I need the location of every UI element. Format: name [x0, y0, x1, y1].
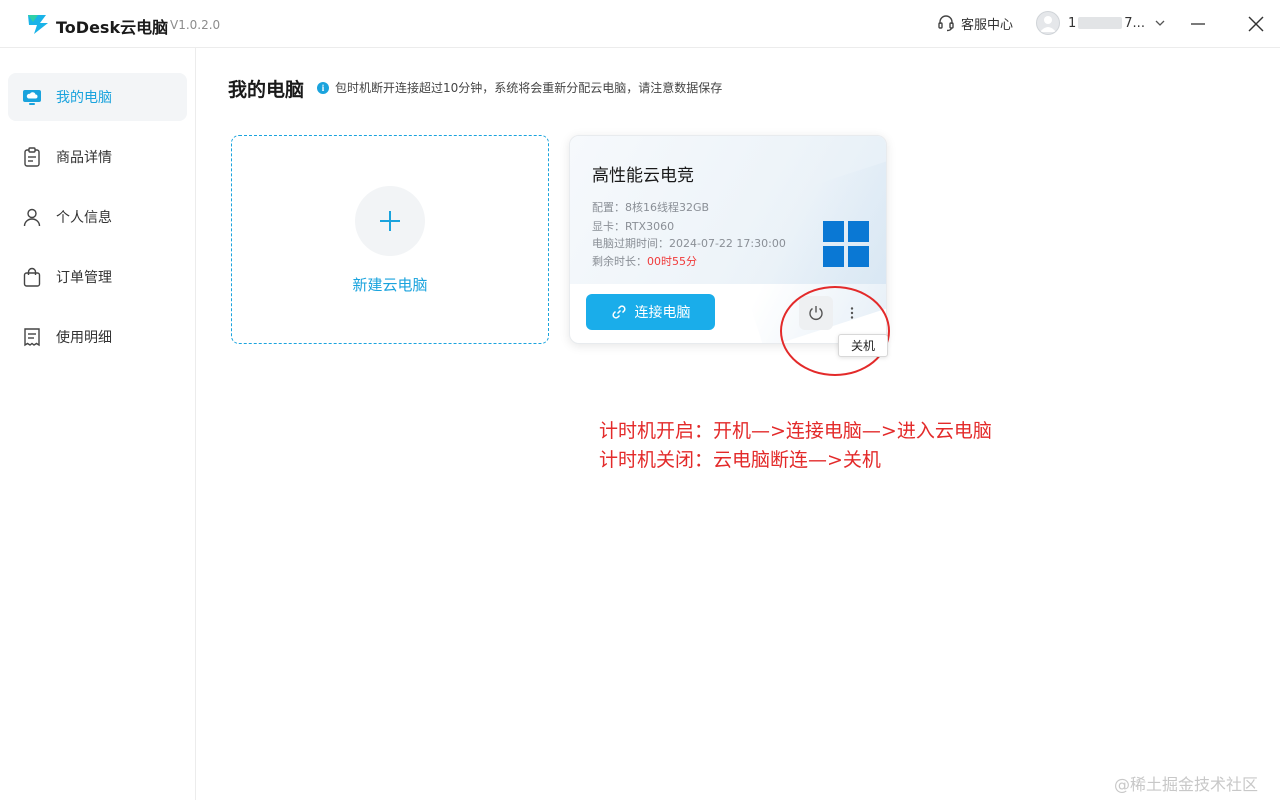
sidebar-item-my-pc[interactable]: 我的电脑 — [8, 73, 187, 121]
redacted-mask — [1078, 17, 1123, 29]
new-cloud-pc-card[interactable]: 新建云电脑 — [231, 135, 549, 344]
notice-text: 包时机断开连接超过10分钟，系统将会重新分配云电脑，请注意数据保存 — [335, 81, 723, 95]
windows-logo-icon — [823, 221, 869, 267]
user-name-end: 7... — [1124, 15, 1145, 31]
user-avatar-icon — [1040, 16, 1056, 32]
notice: i 包时机断开连接超过10分钟，系统将会重新分配云电脑，请注意数据保存 — [317, 79, 722, 96]
annotation-line-1: 计时机开启：开机—>连接电脑—>进入云电脑 — [599, 420, 992, 442]
sidebar: 我的电脑 商品详情 个人信息 订单管理 使用明细 — [0, 48, 196, 800]
sidebar-item-usage-details[interactable]: 使用明细 — [8, 313, 187, 361]
watermark: @稀土掘金技术社区 — [1114, 775, 1259, 794]
person-icon — [22, 207, 42, 227]
clipboard-icon — [22, 147, 42, 167]
sidebar-item-label: 商品详情 — [56, 150, 112, 166]
sidebar-item-label: 我的电脑 — [56, 90, 112, 106]
annotation-line-2: 计时机关闭：云电脑断连—>关机 — [599, 449, 881, 471]
todesk-logo-icon — [28, 15, 48, 34]
support-label: 客服中心 — [961, 17, 1014, 33]
minimize-icon[interactable] — [1188, 14, 1208, 34]
pc-expire-time: 电脑过期时间：2024-07-22 17:30:00 — [592, 237, 786, 250]
power-tooltip: 关机 — [838, 334, 888, 357]
user-name: 1 7... — [1068, 16, 1145, 31]
title-bar: ToDesk云电脑 V1.0.2.0 客服中心 1 7... — [0, 0, 1280, 48]
cloud-monitor-icon — [22, 87, 42, 107]
annotation-circle — [780, 286, 890, 376]
app-name: ToDesk云电脑 — [56, 18, 169, 37]
pc-gpu: 显卡：RTX3060 — [592, 220, 675, 233]
remaining-label: 剩余时长： — [592, 255, 647, 268]
sidebar-item-orders[interactable]: 订单管理 — [8, 253, 187, 301]
close-icon[interactable] — [1246, 14, 1266, 34]
sidebar-item-personal-info[interactable]: 个人信息 — [8, 193, 187, 241]
sidebar-item-label: 订单管理 — [56, 270, 112, 286]
user-menu[interactable]: 1 7... — [1036, 11, 1165, 35]
page-title: 我的电脑 — [228, 79, 305, 101]
headset-icon — [938, 15, 954, 32]
receipt-icon — [22, 327, 42, 347]
info-icon: i — [317, 81, 329, 94]
pc-remaining: 剩余时长：00时55分 — [592, 253, 697, 269]
app-version: V1.0.2.0 — [170, 18, 221, 32]
support-center-button[interactable]: 客服中心 — [937, 12, 1013, 34]
user-name-start: 1 — [1068, 15, 1077, 31]
plus-icon — [380, 211, 400, 231]
pc-card-header: 高性能云电竞 配置：8核16线程32GB 显卡：RTX3060 电脑过期时间：2… — [570, 136, 886, 284]
shopping-bag-icon — [22, 267, 42, 287]
plus-button[interactable] — [355, 186, 425, 256]
sidebar-item-label: 个人信息 — [56, 210, 112, 226]
connect-label: 连接电脑 — [634, 305, 691, 321]
sidebar-item-product-details[interactable]: 商品详情 — [8, 133, 187, 181]
new-cloud-pc-label: 新建云电脑 — [352, 276, 428, 294]
pc-config: 配置：8核16线程32GB — [592, 201, 710, 214]
remaining-value: 00时55分 — [647, 255, 697, 268]
sidebar-item-label: 使用明细 — [56, 330, 112, 346]
avatar — [1036, 11, 1060, 35]
link-icon — [611, 305, 626, 319]
chevron-down-icon — [1155, 20, 1165, 26]
pc-title: 高性能云电竞 — [592, 166, 694, 186]
connect-pc-button[interactable]: 连接电脑 — [586, 294, 715, 330]
